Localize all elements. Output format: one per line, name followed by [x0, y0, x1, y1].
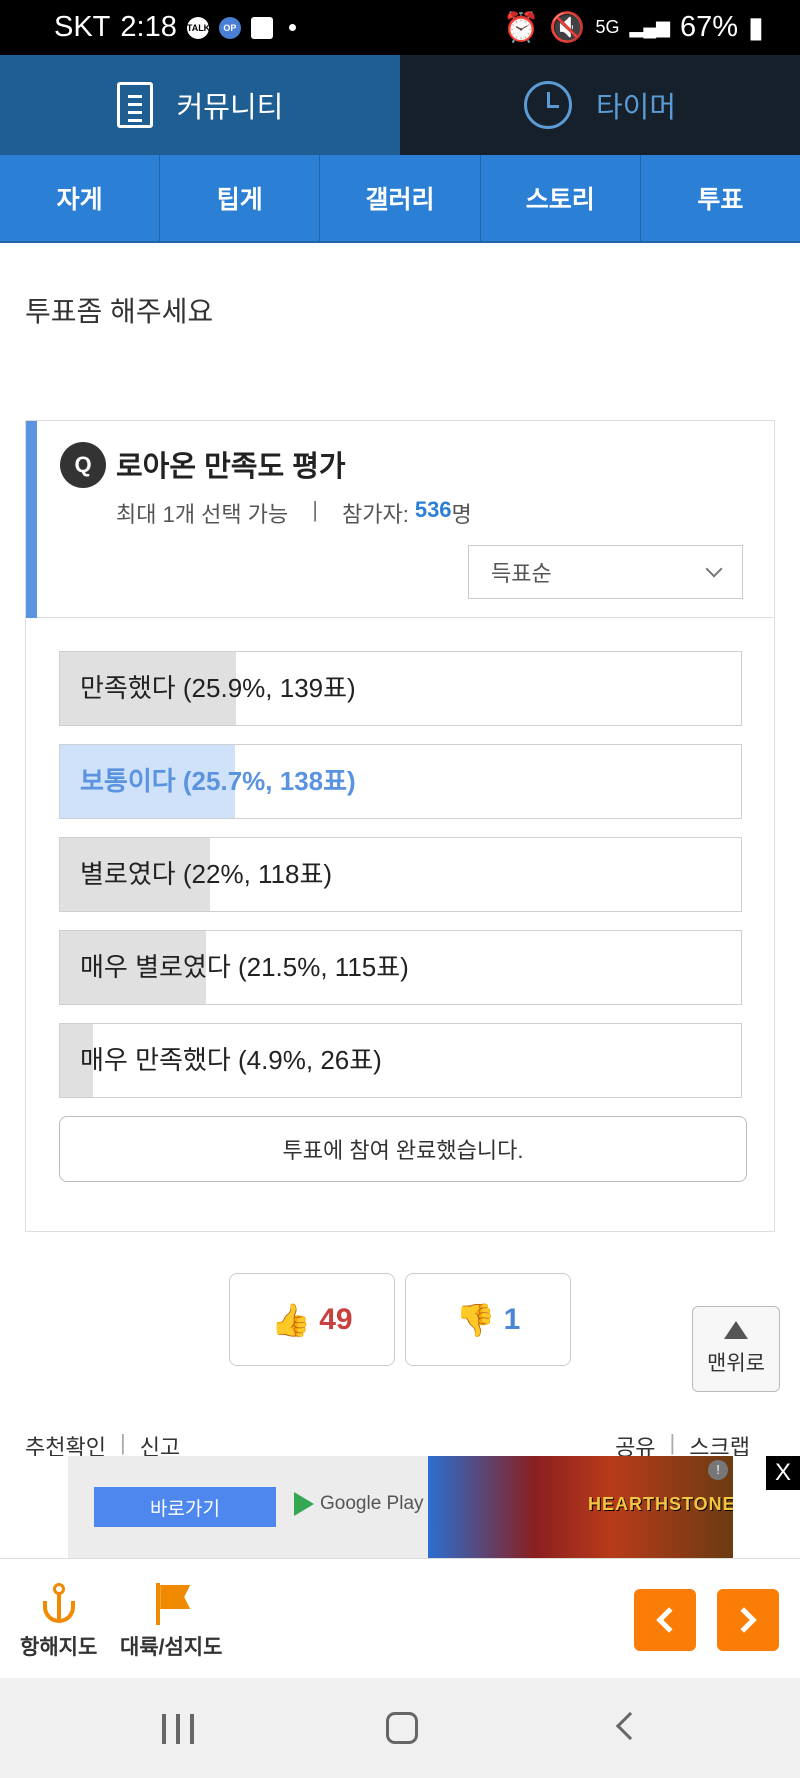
status-time: 2:18: [120, 11, 177, 43]
scroll-to-top-label: 맨위로: [707, 1352, 765, 1375]
tab-free-board[interactable]: 자게: [0, 155, 161, 241]
tab-timer[interactable]: 타이머: [400, 55, 800, 155]
ad-cta-button[interactable]: 바로가기: [94, 1487, 276, 1527]
chevron-right-icon: [731, 1607, 757, 1633]
flag-icon: [150, 1583, 192, 1625]
ad-close-button[interactable]: X: [766, 1456, 800, 1490]
max-select-text: 최대 1개 선택 가능: [116, 502, 289, 527]
signal-icon: ▂▄▆: [629, 17, 670, 37]
downvote-count: 1: [503, 1302, 521, 1336]
note-icon: [250, 16, 273, 39]
sort-select[interactable]: 득표순: [468, 545, 743, 599]
vote-done-button[interactable]: 투표에 참여 완료했습니다.: [59, 1116, 747, 1182]
recent-apps-icon[interactable]: [162, 1714, 194, 1744]
poll-header: Q 로아온 만족도 평가 최대 1개 선택 가능 | 참가자: 536 명 득표순: [26, 421, 774, 618]
next-post-button[interactable]: [717, 1589, 779, 1651]
tab-community[interactable]: 커뮤니티: [0, 55, 400, 155]
thumbs-up-icon: 👍: [271, 1301, 312, 1338]
ad-banner[interactable]: 바로가기 Google Play HEARTHSTONE !: [68, 1456, 733, 1558]
status-bar: SKT 2:18 TALK OP ⏰ 🔇 5G ▂▄▆ 67% ▮: [0, 0, 800, 55]
poll-option[interactable]: 매우 만족했다 (4.9%, 26표): [59, 1023, 742, 1098]
google-play-label: Google Play: [320, 1493, 424, 1514]
document-icon: [116, 82, 153, 128]
tab-tip-board[interactable]: 팁게: [160, 155, 321, 241]
participants-label: 참가자:: [341, 502, 409, 527]
post-title: 투표좀 해주세요: [25, 296, 214, 327]
top-nav: 커뮤니티 타이머: [0, 55, 800, 155]
option-label: 별로였다 (22%, 118표): [80, 859, 333, 889]
participants-count: 536: [414, 497, 452, 522]
downvote-button[interactable]: 👎 1: [405, 1273, 571, 1366]
system-nav-bar: [0, 1678, 800, 1778]
google-play-badge: Google Play: [294, 1492, 424, 1516]
navigation-map-button[interactable]: 항해지도: [20, 1583, 97, 1661]
poll-option[interactable]: 별로였다 (22%, 118표): [59, 837, 742, 912]
alarm-icon: ⏰: [503, 11, 540, 44]
navigation-map-label: 항해지도: [20, 1636, 98, 1659]
dot-icon: [288, 24, 296, 31]
battery-icon: ▮: [748, 12, 764, 44]
ad-area: 바로가기 Google Play HEARTHSTONE !: [0, 1456, 800, 1558]
board-tabs: 자게 팁게 갤러리 스토리 투표: [0, 155, 800, 243]
thumbs-down-icon: 👎: [455, 1301, 496, 1338]
poll-question: 로아온 만족도 평가: [116, 451, 346, 483]
option-label: 보통이다 (25.7%, 138표): [80, 766, 356, 796]
mute-icon: 🔇: [549, 11, 586, 44]
option-label: 매우 별로였다 (21.5%, 115표): [80, 952, 409, 982]
upvote-count: 49: [319, 1302, 353, 1336]
poll-box: Q 로아온 만족도 평가 최대 1개 선택 가능 | 참가자: 536 명 득표순…: [25, 420, 775, 1232]
google-play-icon: [294, 1492, 314, 1516]
anchor-icon: [39, 1583, 79, 1625]
poll-option[interactable]: 보통이다 (25.7%, 138표): [59, 744, 742, 819]
tab-story[interactable]: 스토리: [481, 155, 641, 241]
poll-option[interactable]: 매우 별로였다 (21.5%, 115표): [59, 930, 742, 1005]
poll-option[interactable]: 만족했다 (25.9%, 139표): [59, 651, 742, 726]
home-icon[interactable]: [386, 1712, 418, 1744]
back-icon[interactable]: [615, 1711, 645, 1741]
talk-icon: TALK: [186, 16, 210, 39]
chevron-left-icon: [656, 1607, 682, 1633]
battery-percent: 67%: [679, 11, 739, 43]
tab-gallery[interactable]: 갤러리: [320, 155, 481, 241]
arrow-up-icon: [724, 1321, 748, 1339]
option-label: 매우 만족했다 (4.9%, 26표): [80, 1045, 382, 1075]
meta-separator: |: [312, 497, 318, 522]
sort-select-value: 득표순: [491, 561, 552, 586]
participants-unit: 명: [451, 502, 472, 527]
poll-options: 만족했다 (25.9%, 139표) 보통이다 (25.7%, 138표) 별로…: [59, 651, 747, 1182]
continent-map-label: 대륙/섬지도: [120, 1636, 223, 1659]
bottom-bar: 항해지도 대륙/섬지도: [0, 1558, 800, 1678]
clock-icon: [523, 81, 572, 129]
chevron-down-icon: [705, 560, 723, 578]
status-left: SKT 2:18 TALK OP: [54, 11, 296, 44]
opgg-icon: OP: [218, 16, 241, 39]
network-indicator: 5G: [595, 17, 620, 37]
tab-timer-label: 타이머: [595, 92, 677, 124]
question-badge: Q: [60, 442, 106, 488]
tab-vote[interactable]: 투표: [641, 155, 800, 241]
tab-community-label: 커뮤니티: [176, 92, 284, 124]
poll-accent-bar: [26, 421, 37, 618]
continent-map-button[interactable]: 대륙/섬지도: [120, 1583, 222, 1661]
carrier: SKT: [54, 11, 111, 43]
ad-info-icon[interactable]: !: [708, 1460, 728, 1480]
prev-post-button[interactable]: [634, 1589, 696, 1651]
scroll-to-top-button[interactable]: 맨위로: [692, 1306, 780, 1392]
status-right: ⏰ 🔇 5G ▂▄▆ 67% ▮: [503, 10, 764, 45]
option-label: 만족했다 (25.9%, 139표): [80, 673, 356, 703]
ad-brand-logo: HEARTHSTONE: [588, 1494, 733, 1514]
poll-meta: 최대 1개 선택 가능 | 참가자: 536 명: [116, 497, 472, 529]
upvote-button[interactable]: 👍 49: [229, 1273, 395, 1366]
